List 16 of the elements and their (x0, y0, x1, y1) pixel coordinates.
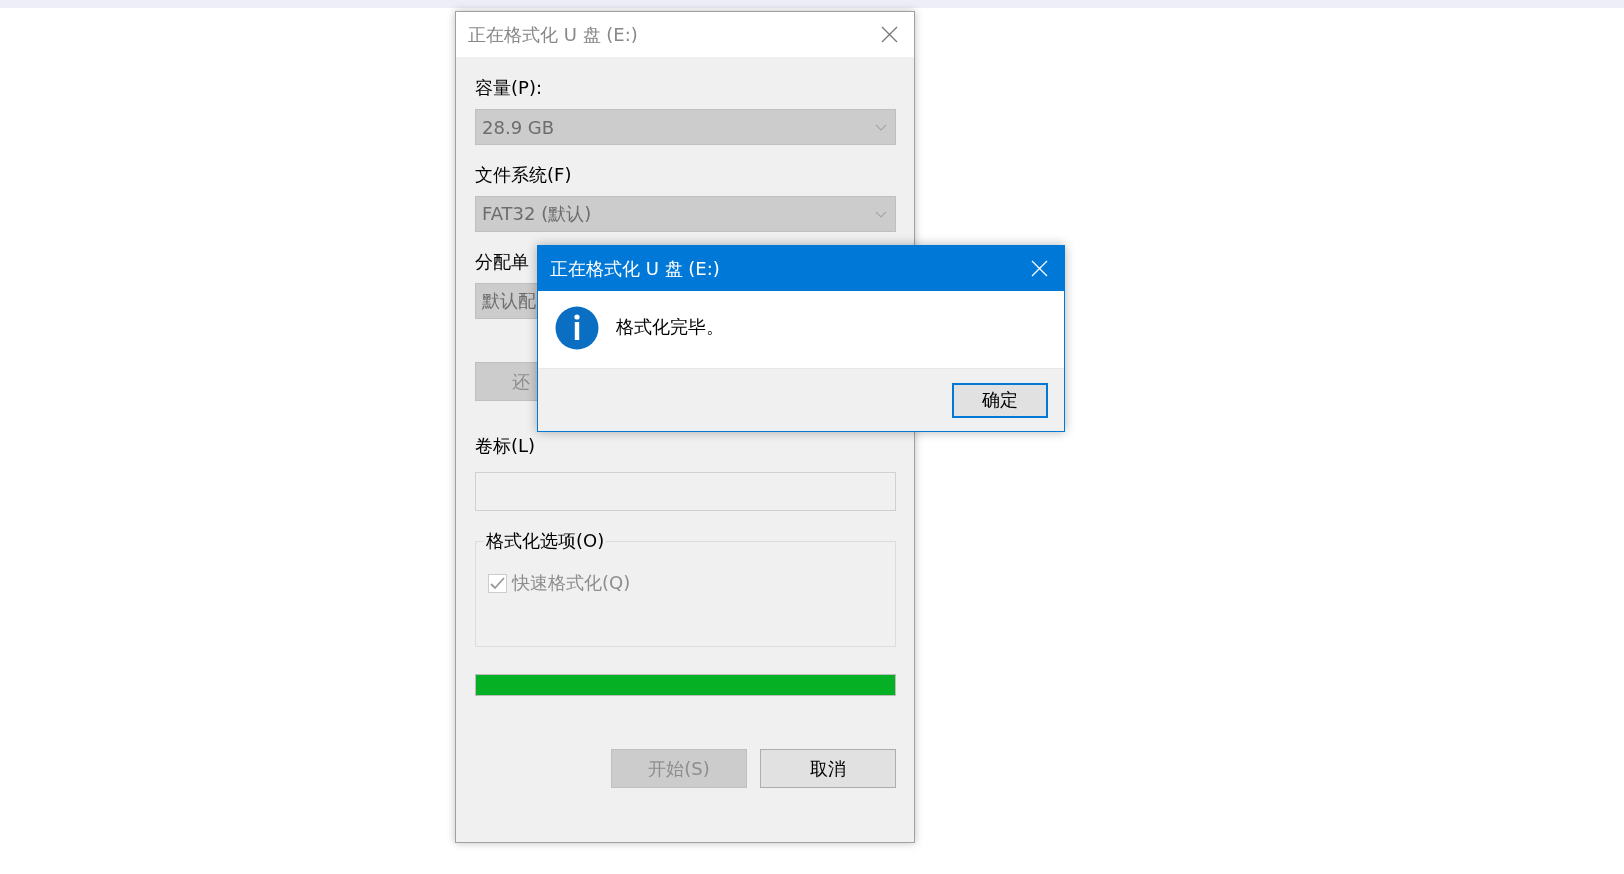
message-text: 格式化完毕。 (616, 314, 724, 339)
field-label: 卷标(L) (475, 434, 536, 458)
chevron-icon (875, 123, 887, 131)
checkbox-label: 快速格式化(Q) (512, 571, 631, 595)
close-icon (881, 26, 898, 43)
group-title: 格式化选项(O) (485, 529, 606, 553)
close-icon (1031, 260, 1048, 277)
window-title: 正在格式化 U 盘 (E:) (468, 22, 638, 47)
dialog-button[interactable]: 取消 (760, 749, 896, 788)
window-title: 正在格式化 U 盘 (E:) (550, 256, 720, 281)
ok-button[interactable]: 确定 (952, 382, 1048, 418)
field-label: 分配单 (475, 250, 529, 274)
field-label: 容量(P): (475, 76, 542, 100)
info-icon (555, 305, 599, 350)
chevron-icon (875, 210, 887, 218)
field-label: 文件系统(F) (475, 163, 572, 187)
